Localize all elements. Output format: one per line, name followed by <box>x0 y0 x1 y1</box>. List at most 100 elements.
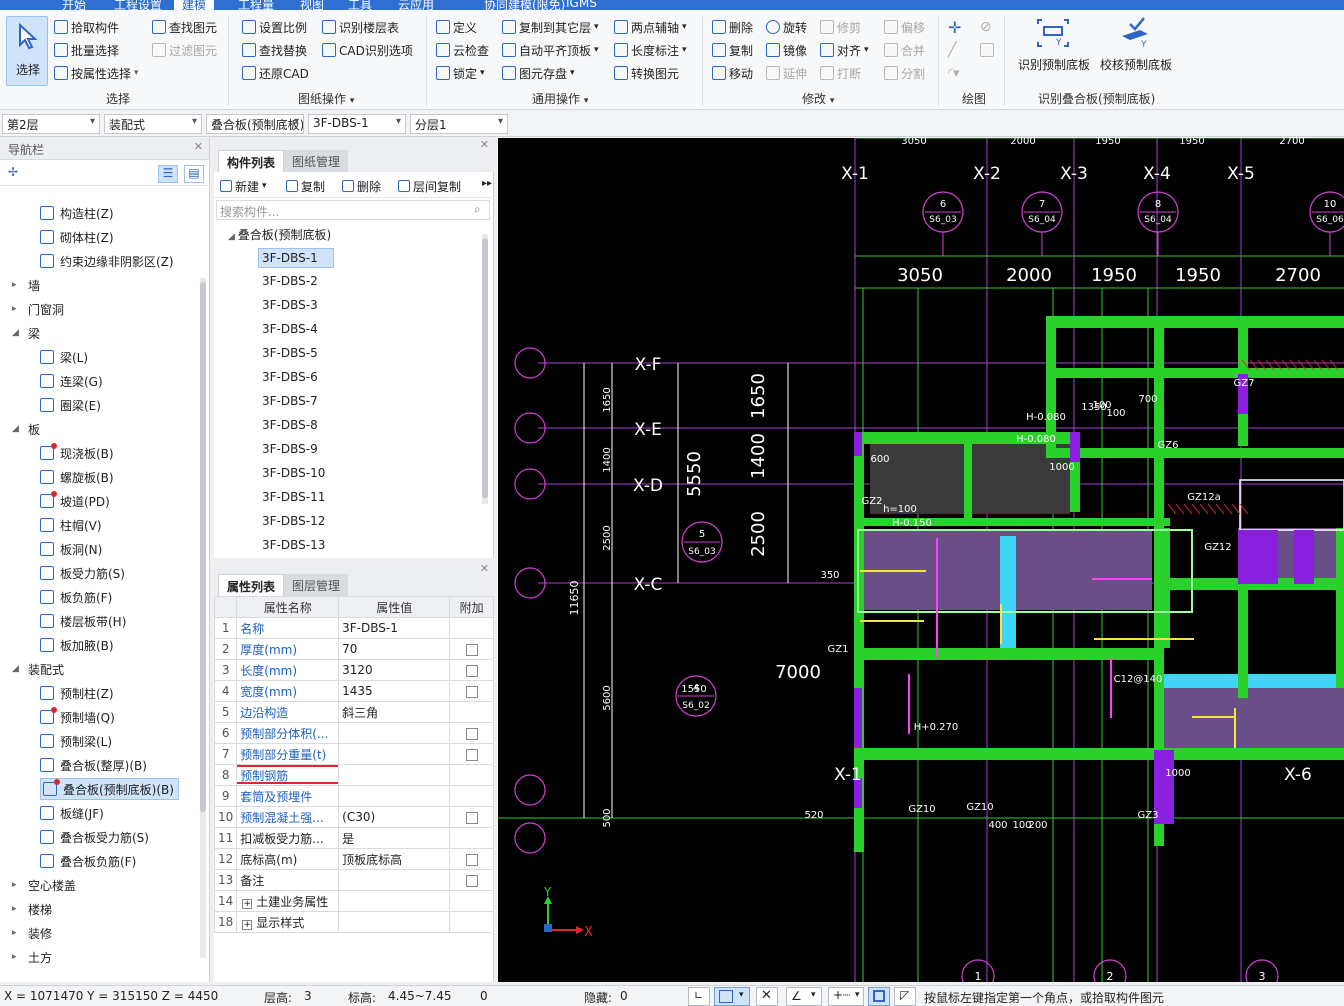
sidebar-item-13[interactable]: 柱帽(V) <box>40 514 102 536</box>
nav-group-19[interactable]: ◢ 装配式 <box>12 658 64 680</box>
delete-component-button[interactable]: 删除 <box>342 177 381 195</box>
break-button[interactable]: 打断 <box>820 64 861 82</box>
draw-circle-button[interactable]: ⊘ <box>980 18 992 36</box>
group-label-drawing-ops[interactable]: 图纸操作 ▾ <box>298 90 354 107</box>
cad-drawing[interactable]: X-1 X-2 X-3 X-4 X-53050 2000 1950 1950 27003050 2… <box>498 138 1344 982</box>
tab-drawing-management[interactable]: 图纸管理 <box>284 150 349 172</box>
component-item[interactable]: 3F-DBS-1 <box>258 248 334 268</box>
property-value-cell[interactable]: 70 <box>338 638 451 660</box>
sidebar-item-20[interactable]: 预制柱(Z) <box>40 682 114 704</box>
nav-group-9[interactable]: ◢ 板 <box>12 418 40 440</box>
sidebar-item-6[interactable]: 梁(L) <box>40 346 88 368</box>
recognize-precast-base-button[interactable]: Y 识别预制底板 <box>1014 16 1094 76</box>
sidebar-item-11[interactable]: 螺旋板(B) <box>40 466 114 488</box>
property-value-cell[interactable]: 3120 <box>338 659 451 681</box>
checkbox[interactable] <box>465 853 478 866</box>
sidebar-item-7[interactable]: 连梁(G) <box>40 370 103 392</box>
table-row[interactable]: 14 + 土建业务属性 <box>213 890 494 912</box>
property-value-cell[interactable] <box>338 764 451 786</box>
display-toggle[interactable] <box>868 987 890 1006</box>
ortho-toggle[interactable]: ∟ <box>688 987 710 1006</box>
sidebar-item-15[interactable]: 板受力筋(S) <box>40 562 125 584</box>
pick-component-button[interactable]: 拾取构件 <box>54 18 119 36</box>
table-row[interactable]: 6 预制部分体积(... <box>213 722 494 744</box>
length-dimension-button[interactable]: 长度标注 ▾ <box>614 41 687 59</box>
draw-rect-button[interactable] <box>980 41 994 59</box>
sidebar-item-27[interactable]: 叠合板负筋(F) <box>40 850 136 872</box>
checkbox[interactable] <box>465 748 478 761</box>
table-row[interactable]: 13 备注 <box>213 869 494 891</box>
component-tree-root[interactable]: ◢ 叠合板(预制底板) <box>228 226 331 243</box>
property-value-cell[interactable]: 3F-DBS-1 <box>338 617 451 639</box>
close-icon[interactable]: ✕ <box>194 140 203 153</box>
tab-3[interactable]: 工程量 <box>238 0 274 10</box>
component-search-input[interactable]: 搜索构件... <box>216 200 490 220</box>
checkbox[interactable] <box>465 664 478 677</box>
property-value-cell[interactable]: 顶板底标高 <box>338 848 451 870</box>
nav-group-29[interactable]: ▸ 楼梯 <box>12 898 52 920</box>
tab-5[interactable]: 工具 <box>348 0 372 10</box>
table-row[interactable]: 3 长度(mm) 3120 <box>213 659 494 681</box>
nav-group-28[interactable]: ▸ 空心楼盖 <box>12 874 76 896</box>
detail-view-icon[interactable]: ▤ <box>184 165 204 183</box>
nav-group-3[interactable]: ▸ 墙 <box>12 274 40 296</box>
convert-element-button[interactable]: 转换图元 <box>614 64 679 82</box>
nav-group-30[interactable]: ▸ 装修 <box>12 922 52 944</box>
table-row[interactable]: 18 + 显示样式 <box>213 911 494 933</box>
group-label-modify[interactable]: 修改 ▾ <box>802 90 834 107</box>
floor-select[interactable]: 第2层 <box>2 114 100 134</box>
component-item[interactable]: 3F-DBS-13 <box>258 536 334 556</box>
sidebar-item-22[interactable]: 预制梁(L) <box>40 730 112 752</box>
component-item[interactable]: 3F-DBS-11 <box>258 488 334 508</box>
sidebar-item-10[interactable]: 现浇板(B) <box>40 442 114 464</box>
sidebar-item-16[interactable]: 板负筋(F) <box>40 586 112 608</box>
more-icon[interactable]: ▸▸ <box>482 178 492 189</box>
cloud-check-button[interactable]: 云检查 <box>436 41 489 59</box>
table-row[interactable]: 12 底标高(m) 顶板底标高 <box>213 848 494 870</box>
draw-line-button[interactable]: ╱ <box>948 41 956 59</box>
sidebar-item-26[interactable]: 叠合板受力筋(S) <box>40 826 149 848</box>
nav-scrollbar[interactable] <box>200 278 206 958</box>
sidebar-item-25[interactable]: 板缝(JF) <box>40 802 104 824</box>
restore-cad-button[interactable]: 还原CAD <box>242 64 309 82</box>
component-item[interactable]: 3F-DBS-9 <box>258 440 334 460</box>
table-row[interactable]: 2 厚度(mm) 70 <box>213 638 494 660</box>
nav-group-5[interactable]: ◢ 梁 <box>12 322 40 344</box>
component-item[interactable]: 3F-DBS-4 <box>258 320 334 340</box>
group-label-general-ops[interactable]: 通用操作 ▾ <box>532 90 588 107</box>
sidebar-item-24[interactable]: 叠合板(预制底板)(B) <box>40 778 179 800</box>
sidebar-item-0[interactable]: 构造柱(Z) <box>40 202 114 224</box>
table-row[interactable]: 9 套筒及预埋件 <box>213 785 494 807</box>
copy-between-floors-button[interactable]: 层间复制 <box>398 177 461 195</box>
copy-to-other-floor-button[interactable]: 复制到其它层 ▾ <box>502 18 599 36</box>
align-button[interactable]: 对齐 ▾ <box>820 41 869 59</box>
polar-toggle[interactable]: ◸ <box>894 987 916 1006</box>
cad-recognition-options-button[interactable]: CAD识别选项 <box>322 41 413 59</box>
component-item[interactable]: 3F-DBS-10 <box>258 464 334 484</box>
component-item[interactable]: 3F-DBS-12 <box>258 512 334 532</box>
property-value-cell[interactable]: 斜三角 <box>338 701 451 723</box>
checkbox[interactable] <box>465 811 478 824</box>
property-value-cell[interactable] <box>338 743 451 765</box>
checkbox[interactable] <box>465 874 478 887</box>
component-item[interactable]: 3F-DBS-8 <box>258 416 334 436</box>
tab-8[interactable]: IGMS <box>566 0 597 10</box>
property-value-cell[interactable]: (C30) <box>338 806 451 828</box>
component-item[interactable]: 3F-DBS-7 <box>258 392 334 412</box>
table-row[interactable]: 8 预制钢筋 <box>213 764 494 786</box>
split-button[interactable]: 分割 <box>884 64 925 82</box>
select-by-property-button[interactable]: 按属性选择 ▾ <box>54 64 139 82</box>
save-element-button[interactable]: 图元存盘 ▾ <box>502 64 575 82</box>
lock-button[interactable]: 锁定 ▾ <box>436 64 485 82</box>
table-row[interactable]: 4 宽度(mm) 1435 <box>213 680 494 702</box>
tab-0[interactable]: 开始 <box>62 0 86 10</box>
find-replace-button[interactable]: 查找替换 <box>242 41 307 59</box>
draw-point-button[interactable]: ✛ <box>948 18 961 37</box>
table-row[interactable]: 1 名称 3F-DBS-1 <box>213 617 494 639</box>
merge-button[interactable]: 合并 <box>884 41 925 59</box>
nav-group-4[interactable]: ▸ 门窗洞 <box>12 298 64 320</box>
close-icon[interactable]: ✕ <box>480 562 489 575</box>
draw-arc-button[interactable]: ◜▾ <box>948 64 960 82</box>
auto-level-top-slab-button[interactable]: 自动平齐顶板 ▾ <box>502 41 599 59</box>
checkbox[interactable] <box>465 727 478 740</box>
